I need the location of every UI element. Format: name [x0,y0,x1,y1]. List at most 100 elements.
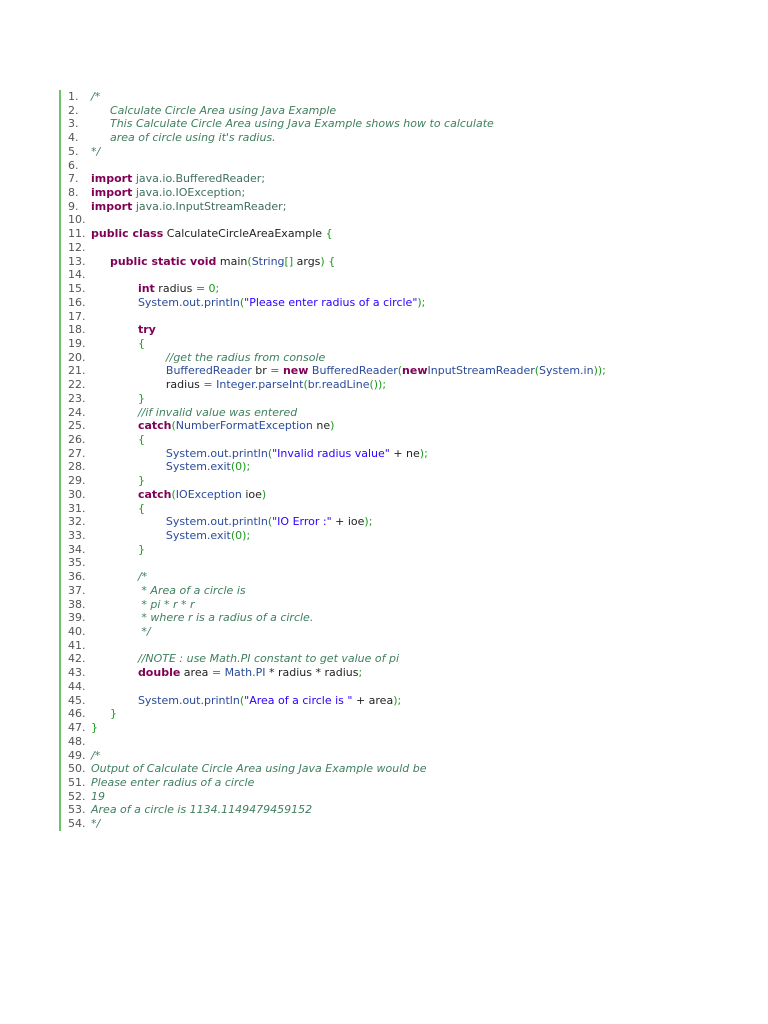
comment: 19 [91,789,105,803]
line-number: 26. [68,432,86,446]
punctuation: } [91,721,98,735]
code-line: 39. * where r is a radius of a circle. [68,611,606,625]
comment: /* [137,570,148,584]
code-line: 53. Area of a circle is 1134.114947945915… [68,803,606,817]
code-line: 44. [68,680,606,694]
code-listing: 1. /* 2. Calculate Circle Area using Java … [59,90,606,831]
code-line: 2. Calculate Circle Area using Java Exam… [68,104,606,118]
line-number: 46. [68,707,86,721]
punctuation: ; [215,282,220,296]
punctuation: } [137,542,145,556]
line-number: 13. [68,254,86,268]
identifier: System.out.println [165,515,268,529]
code-text: radius [154,282,196,296]
code-line: 52. 19 [68,790,606,804]
punctuation: ); [242,529,251,542]
code-line: 40. */ [68,625,606,639]
punctuation: ; [358,666,363,680]
line-number: 40. [68,625,86,639]
keyword: import [91,199,133,213]
code-text: ne [312,419,331,433]
code-line: 48. [68,735,606,749]
line-number: 5. [68,144,79,158]
code-line: 10. [68,213,606,227]
code-line: 36. /* [68,570,606,584]
line-number: 12. [68,240,86,254]
code-line: 38. * pi * r * r [68,598,606,612]
code-line: 45. System.out.println("Area of a circle… [68,694,606,708]
comment: area of circle using it's radius. [91,131,276,145]
line-number: 8. [68,186,79,200]
code-line: 28. System.exit(0); [68,460,606,474]
code-line: 29. } [68,474,606,488]
line-number: 9. [68,199,79,213]
code-line: 47.} [68,721,606,735]
keyword: catch [137,419,172,433]
line-number: 19. [68,336,86,350]
code-line: 20. //get the radius from console [68,351,606,365]
line-number: 10. [68,213,86,227]
number-literal: 0 [208,282,216,296]
line-number: 3. [68,117,79,131]
keyword: double [137,666,181,680]
line-number: 20. [68,350,86,364]
line-number: 51. [68,775,86,789]
line-number: 47. [68,721,86,735]
comment: * where r is a radius of a circle. [137,611,314,625]
code-line: 37. * Area of a circle is [68,584,606,598]
code-line: 33. System.exit(0); [68,529,606,543]
code-line: 15. int radius = 0; [68,282,606,296]
punctuation: ()); [369,378,387,392]
line-number: 2. [68,103,79,117]
line-number: 32. [68,515,86,529]
code-text: args [293,254,321,268]
identifier: NumberFormatException [175,419,313,433]
line-number: 33. [68,529,86,542]
code-line: 22. radius = Integer.parseInt(br.readLin… [68,378,606,392]
code-line: 11. public class CalculateCircleAreaExamp… [68,227,606,241]
comment: //if invalid value was entered [137,405,298,419]
code-line: 6. [68,159,606,173]
comment: * Area of a circle is [137,583,246,597]
identifier: InputStreamReader [427,364,535,378]
line-number: 15. [68,282,86,296]
line-number: 29. [68,474,86,488]
keyword: public class [91,227,164,241]
line-number: 18. [68,323,86,337]
line-number: 36. [68,570,86,584]
comment: //NOTE : use Math.PI constant to get val… [137,652,400,666]
line-number: 50. [68,762,86,776]
comment: */ [137,625,151,639]
punctuation: ) [330,419,335,433]
code-line: 54. */ [68,817,606,831]
keyword: new [282,364,309,378]
line-number: 22. [68,378,86,392]
keyword: import [91,186,133,200]
line-number: 1. [68,90,79,103]
comment: //get the radius from console [165,350,326,364]
punctuation: [] [284,254,294,268]
line-number: 45. [68,693,86,707]
code-line: 23. } [68,392,606,406]
line-number: 48. [68,734,86,748]
code-line: 32. System.out.println("IO Error :" + io… [68,515,606,529]
identifier: Math.PI [224,666,266,680]
code-line: 35. [68,556,606,570]
code-line: 9. import java.io.InputStreamReader; [68,200,606,214]
code-text: * radius * radius [265,666,359,680]
line-number: 41. [68,638,86,652]
identifier: BufferedReader [311,364,398,378]
comment: */ [91,144,101,158]
